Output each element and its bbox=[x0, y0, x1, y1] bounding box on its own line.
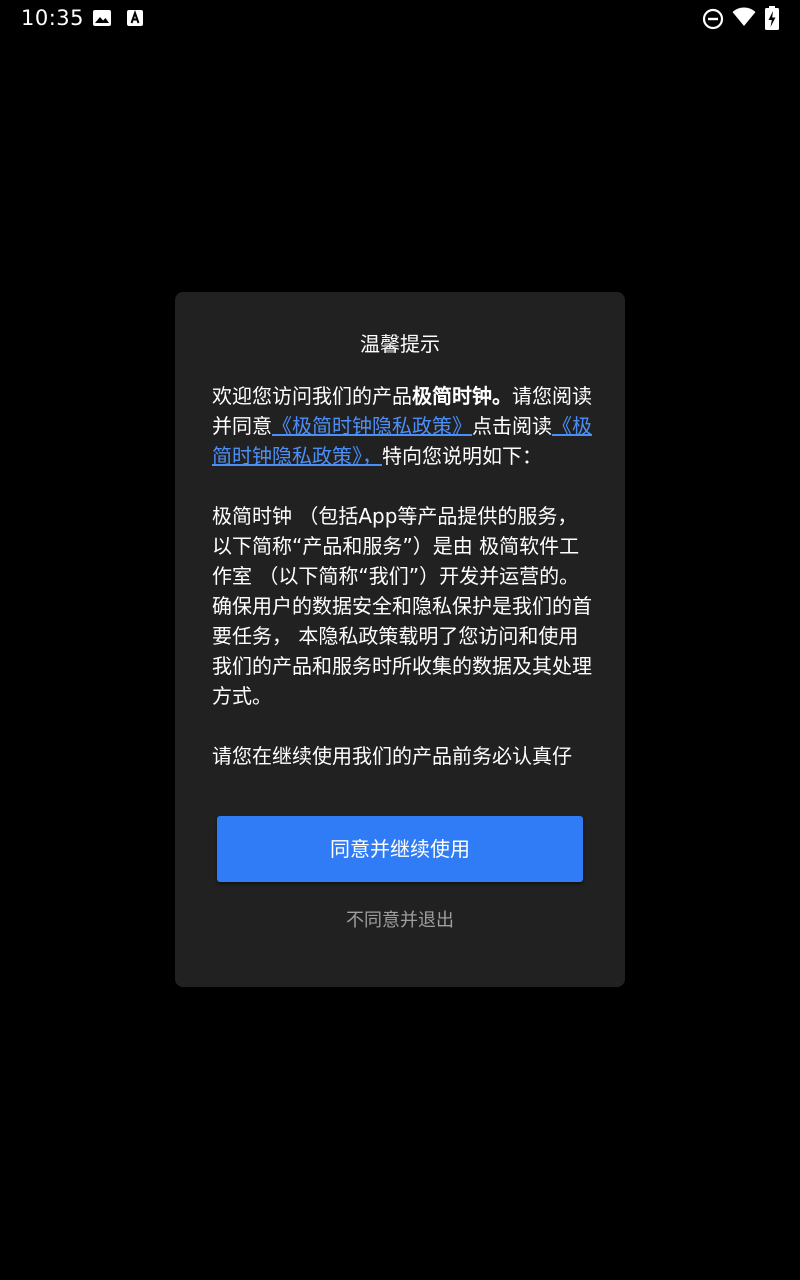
text-notification-icon bbox=[126, 8, 144, 28]
disagree-exit-button[interactable]: 不同意并退出 bbox=[175, 907, 625, 935]
policy-paragraph-cut: 请您在继续使用我们的产品前务必认真仔 bbox=[212, 744, 572, 768]
battery-charging-icon bbox=[765, 6, 779, 30]
intro-suffix: 特向您说明如下： bbox=[382, 444, 542, 468]
dialog-body-scroll[interactable]: 欢迎您访问我们的产品极简时钟。请您阅读并同意《极简时钟隐私政策》点击阅读《极简时… bbox=[212, 381, 592, 779]
status-bar: 10:35 bbox=[0, 0, 800, 36]
product-name: 极简时钟。 bbox=[412, 384, 512, 408]
dialog-title: 温馨提示 bbox=[360, 332, 440, 356]
privacy-policy-link[interactable]: 《极简时钟隐私政策》 bbox=[272, 414, 472, 438]
policy-paragraph: 极简时钟 （包括App等产品提供的服务，以下简称“产品和服务”）是由 极简软件工… bbox=[212, 504, 592, 708]
agree-continue-button[interactable]: 同意并继续使用 bbox=[217, 816, 583, 882]
intro-prefix: 欢迎您访问我们的产品 bbox=[212, 384, 412, 408]
wifi-icon bbox=[732, 7, 756, 27]
image-notification-icon bbox=[92, 8, 112, 28]
intro-paragraph: 欢迎您访问我们的产品极简时钟。请您阅读并同意《极简时钟隐私政策》点击阅读《极简时… bbox=[212, 381, 592, 471]
intro-click-read: 点击阅读 bbox=[472, 414, 552, 438]
do-not-disturb-icon bbox=[702, 8, 724, 30]
status-time: 10:35 bbox=[21, 6, 85, 30]
